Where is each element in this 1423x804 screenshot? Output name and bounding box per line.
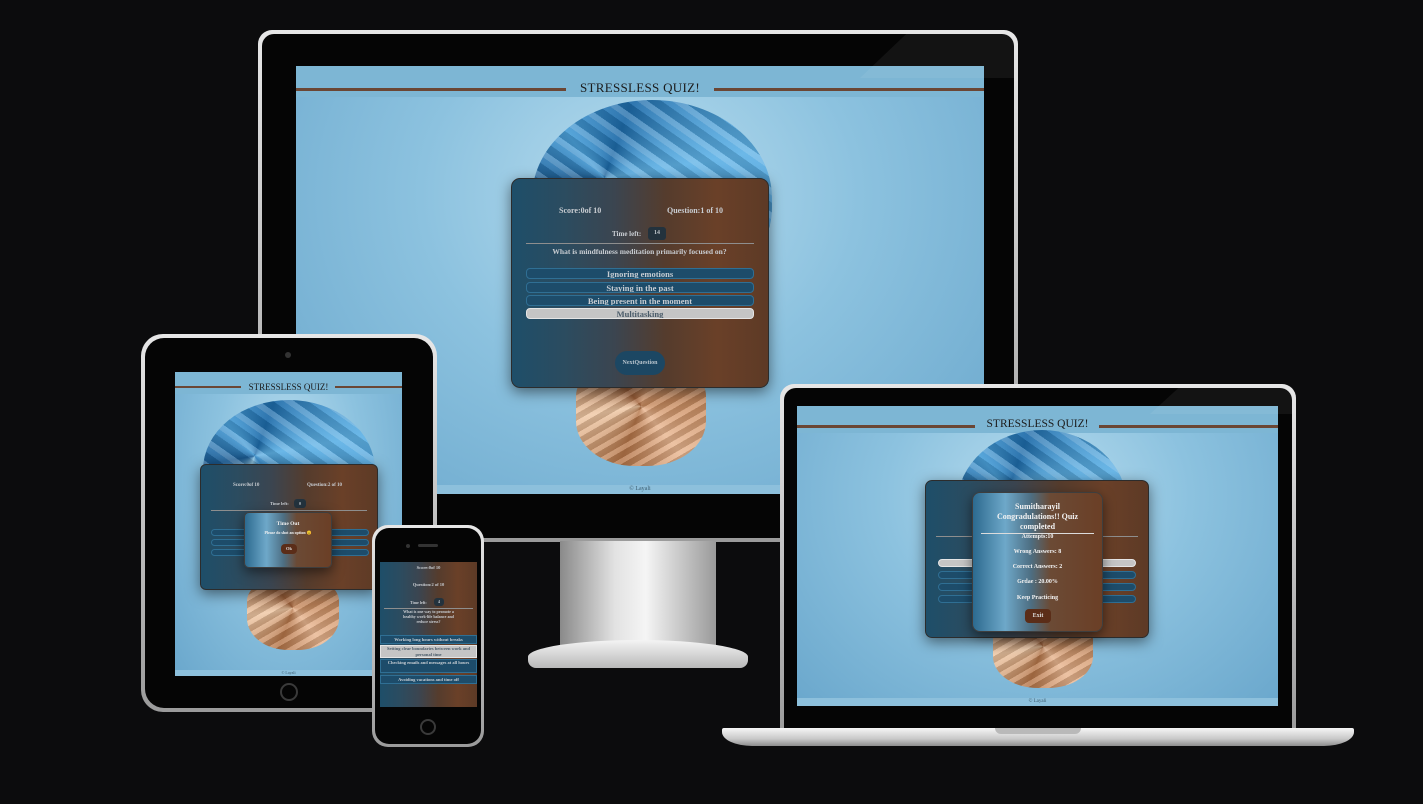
phone-screen: Score:0of 10 Question:2 of 10 Time left:… <box>380 562 477 707</box>
question-text: What is mindfulness meditation primarily… <box>552 247 727 256</box>
answer-option[interactable]: Checking emails and messages at all hour… <box>380 659 477 673</box>
speaker-icon <box>418 544 438 547</box>
modal-title: Time Out <box>276 521 300 527</box>
score-label: Score:0of 10 <box>233 483 260 488</box>
modal-message: Please do shot an option 😊 <box>264 530 312 535</box>
monitor-base <box>528 640 748 668</box>
laptop-notch <box>995 728 1081 734</box>
page-title: STRESSLESS QUIZ! <box>986 418 1089 430</box>
answer-option[interactable]: Ignoring emotions <box>526 268 754 279</box>
divider <box>526 243 754 244</box>
answer-option[interactable]: Staying in the past <box>526 282 754 293</box>
home-button-icon[interactable] <box>280 683 298 701</box>
answer-option[interactable]: Avoiding vacations and time off <box>380 675 477 684</box>
quiz-card: Score:0of 10 Question:1 of 10 Time left:… <box>511 178 769 388</box>
question-counter: Question:1 of 10 <box>667 206 723 215</box>
timer-display: 14 <box>648 227 666 240</box>
ok-button[interactable]: Ok <box>281 544 297 554</box>
question-text: What is one way to promote a healthy wor… <box>403 609 454 624</box>
time-label: Time left: <box>270 501 289 506</box>
result-modal: Sumitharayil Congradulations!! Quiz comp… <box>972 492 1103 632</box>
answer-option[interactable]: Working long hours without breaks <box>380 635 477 644</box>
question-counter: Question:2 of 10 <box>307 483 342 488</box>
camera-icon <box>406 544 410 548</box>
next-question-button[interactable]: NextQuestion <box>615 351 665 375</box>
timer-display: 0 <box>294 499 306 508</box>
page-title: STRESSLESS QUIZ! <box>579 80 700 95</box>
time-label: Time left: <box>612 230 642 238</box>
exit-button[interactable]: Exit <box>1025 609 1051 623</box>
divider <box>211 510 367 511</box>
page-title: STRESSLESS QUIZ! <box>248 382 329 392</box>
timer-display: 4 <box>434 598 444 606</box>
timeout-modal: Time Out Please do shot an option 😊 Ok <box>244 512 332 568</box>
score-label: Score:0of 10 <box>559 206 602 215</box>
footer-text: © Layali <box>797 698 1278 706</box>
laptop-screen: STRESSLESS QUIZ! Sumitharayil Congradula… <box>797 406 1278 706</box>
correct-answers-text: Correct Answers: 2 <box>1012 564 1063 570</box>
wrong-answers-text: Wrong Answers: 8 <box>1013 549 1062 555</box>
time-label: Time left: <box>410 600 427 605</box>
camera-icon <box>285 352 291 358</box>
answer-option-selected[interactable]: Multitasking <box>526 308 754 319</box>
grade-text: Grdae : 20.00% <box>1017 579 1058 585</box>
result-name: Sumitharayil <box>1015 502 1060 511</box>
attempts-text: Attempts:10 <box>1021 534 1054 540</box>
footer-text: © Layali <box>175 670 402 676</box>
monitor-stand <box>560 541 716 651</box>
home-button-icon[interactable] <box>420 719 436 735</box>
brain-image-bottom <box>247 580 339 650</box>
quiz-card: Score:0of 10 Question:2 of 10 Time left:… <box>380 562 477 707</box>
question-counter: Question:2 of 10 <box>412 582 445 587</box>
answer-option[interactable]: Being present in the moment <box>526 295 754 306</box>
answer-option-selected[interactable]: Setting clear boundaries between work an… <box>380 645 477 658</box>
tablet-screen: STRESSLESS QUIZ! Score:0of 10 Question:2… <box>175 372 402 676</box>
score-label: Score:0of 10 <box>416 565 441 570</box>
feedback-text: Keep Practicing <box>1016 595 1059 601</box>
result-heading: Congradulations!! Quiz completed <box>996 512 1079 531</box>
